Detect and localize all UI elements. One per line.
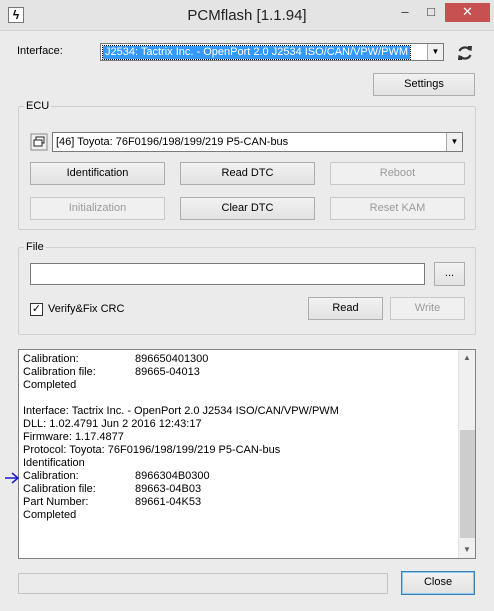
log-line: Calibration file: 89663-04B03 <box>23 483 455 496</box>
minimize-button[interactable]: – <box>392 3 418 22</box>
log-line-value: 89663-04B03 <box>135 483 202 495</box>
browse-button[interactable]: ... <box>434 262 465 286</box>
log-line-key: Completed <box>23 509 77 521</box>
chevron-down-icon: ▼ <box>446 133 462 151</box>
log-line: Calibration: 896650401300 <box>23 353 455 366</box>
interface-select[interactable]: J2534: Tactrix Inc. - OpenPort 2.0 J2534… <box>100 43 444 61</box>
refresh-icon[interactable] <box>455 43 475 63</box>
clear-dtc-button[interactable]: Clear DTC <box>180 197 315 220</box>
interface-selected-value: J2534: Tactrix Inc. - OpenPort 2.0 J2534… <box>101 45 412 60</box>
scroll-up-icon[interactable]: ▲ <box>459 350 475 366</box>
log-line: Part Number: 89661-04K53 <box>23 496 455 509</box>
log-output[interactable]: Calibration: 896650401300 Calibration file… <box>18 349 476 559</box>
log-line-key: Interface: Tactrix Inc. - OpenPort 2.0 J… <box>23 405 339 417</box>
file-path-input[interactable] <box>30 263 425 285</box>
file-group-title: File <box>24 241 46 253</box>
status-bar <box>18 573 388 594</box>
reboot-button[interactable]: Reboot <box>330 162 465 185</box>
log-line: DLL: 1.02.4791 Jun 2 2016 12:43:17 <box>23 418 455 431</box>
arrow-marker-icon <box>4 471 20 485</box>
log-line-key: DLL: 1.02.4791 Jun 2 2016 12:43:17 <box>23 418 202 430</box>
close-button[interactable]: Close <box>401 571 475 595</box>
log-line: Identification <box>23 457 455 470</box>
interface-label: Interface: <box>17 45 63 57</box>
log-line-key: Identification <box>23 457 85 469</box>
log-line-key: Calibration file: <box>23 366 96 378</box>
read-dtc-button[interactable]: Read DTC <box>180 162 315 185</box>
log-line-value: 896650401300 <box>135 353 209 365</box>
log-line: Completed <box>23 379 455 392</box>
file-group <box>18 247 476 335</box>
log-line-key: Firmware: 1.17.4877 <box>23 431 124 443</box>
settings-button[interactable]: Settings <box>373 73 475 96</box>
identification-button[interactable]: Identification <box>30 162 165 185</box>
log-line-key: Completed <box>23 379 77 391</box>
log-line-value: 89661-04K53 <box>135 496 202 508</box>
log-line-key: Protocol: Toyota: 76F0196/198/199/219 P5… <box>23 444 281 456</box>
scroll-thumb[interactable] <box>460 430 475 538</box>
verify-crc-checkbox[interactable]: ✓ <box>30 303 43 316</box>
chevron-down-icon: ▼ <box>427 44 443 60</box>
window-icon[interactable] <box>30 133 48 151</box>
read-button[interactable]: Read <box>308 297 383 320</box>
log-line: Completed <box>23 509 455 522</box>
log-line-key: Part Number: <box>23 496 89 508</box>
log-line: Protocol: Toyota: 76F0196/198/199/219 P5… <box>23 444 455 457</box>
reset-kam-button[interactable]: Reset KAM <box>330 197 465 220</box>
ecu-selected-value: [46] Toyota: 76F0196/198/199/219 P5-CAN-… <box>56 136 289 148</box>
log-line: Calibration file: 89665-04013 <box>23 366 455 379</box>
log-line-key: Calibration file: <box>23 483 96 495</box>
initialization-button[interactable]: Initialization <box>30 197 165 220</box>
log-line-value: 8966304B0300 <box>135 470 210 482</box>
log-line: Calibration: 8966304B0300 <box>23 470 455 483</box>
log-lines: Calibration: 896650401300 Calibration file… <box>23 353 455 522</box>
ecu-select[interactable]: [46] Toyota: 76F0196/198/199/219 P5-CAN-… <box>52 132 463 152</box>
maximize-button[interactable]: □ <box>418 3 444 22</box>
verify-crc-label: Verify&Fix CRC <box>48 303 125 315</box>
write-button[interactable]: Write <box>390 297 465 320</box>
log-line-key: Calibration: <box>23 353 79 365</box>
log-line-key: Calibration: <box>23 470 79 482</box>
ecu-group-title: ECU <box>24 100 52 112</box>
log-line: Interface: Tactrix Inc. - OpenPort 2.0 J… <box>23 405 455 418</box>
title-bar: ϟ PCMflash [1.1.94] – □ ✕ <box>0 0 494 31</box>
scroll-down-icon[interactable]: ▼ <box>459 542 475 558</box>
log-scrollbar[interactable]: ▲ ▼ <box>458 350 475 558</box>
close-window-button[interactable]: ✕ <box>445 3 490 22</box>
log-line-value: 89665-04013 <box>135 366 200 378</box>
log-line: Firmware: 1.17.4877 <box>23 431 455 444</box>
